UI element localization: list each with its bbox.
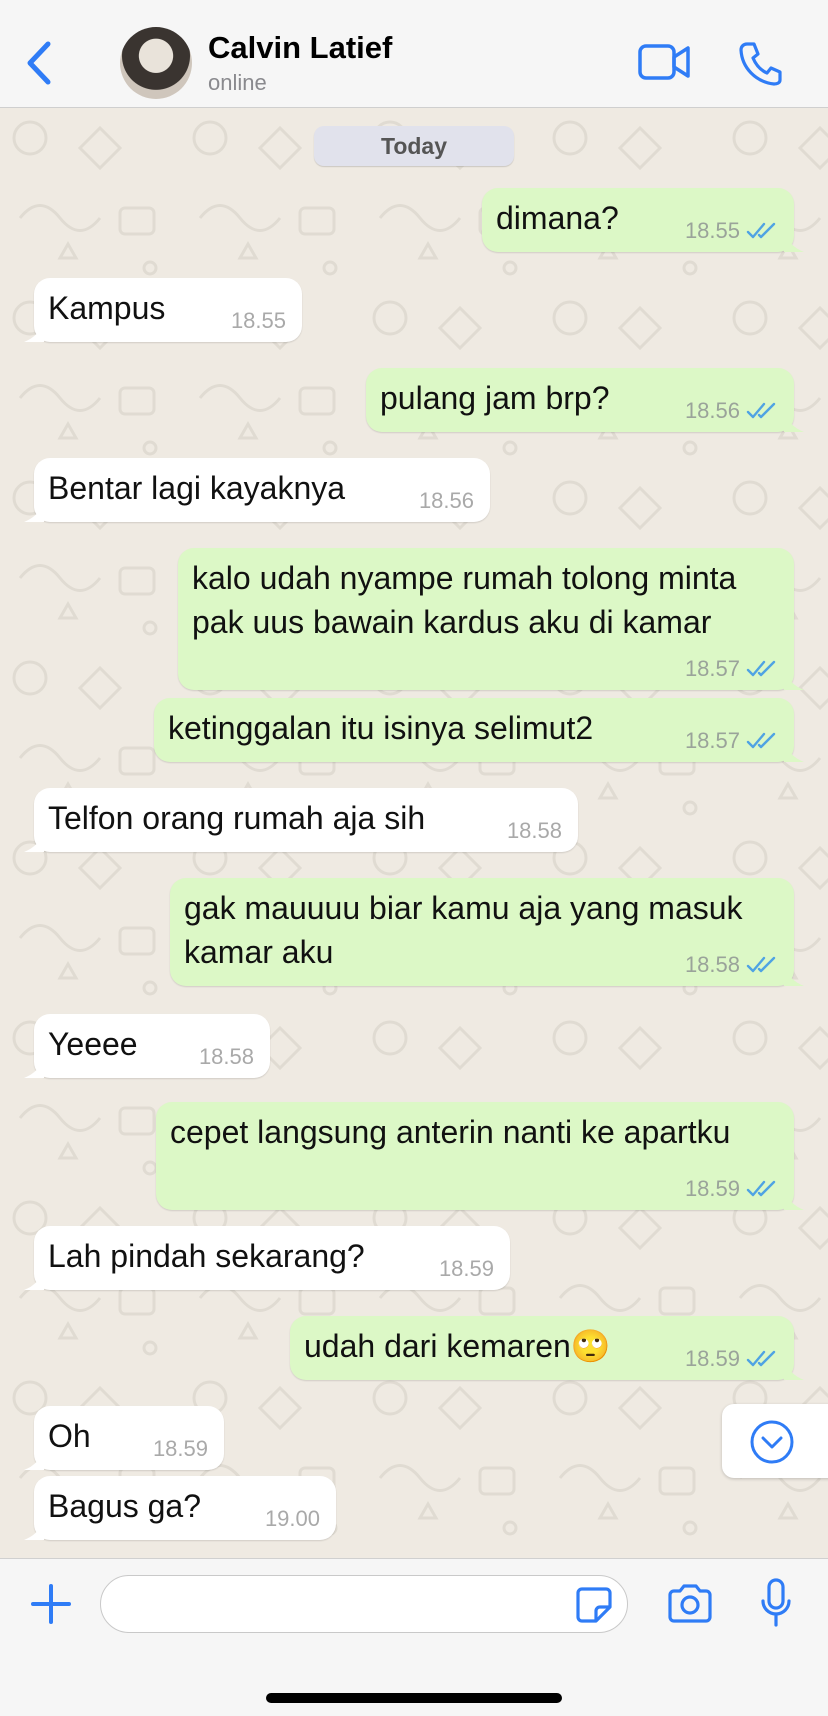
message-meta: 18.55 <box>685 218 778 244</box>
bubble-tail <box>784 742 804 762</box>
read-ticks-icon <box>746 732 776 749</box>
message-text: Yeeee <box>48 1026 138 1062</box>
camera-icon[interactable] <box>666 1583 714 1625</box>
message-time: 19.00 <box>264 1506 320 1531</box>
message-meta: 18.58 <box>685 952 778 978</box>
bubble-tail <box>24 832 44 852</box>
read-ticks-icon <box>746 660 776 677</box>
bubble-tail <box>24 1270 44 1290</box>
message-time: 18.56 <box>418 488 474 513</box>
message-text: Oh <box>48 1418 91 1454</box>
scroll-down-icon[interactable] <box>749 1419 795 1465</box>
message-meta: 18.59 <box>153 1436 208 1462</box>
message-meta: 18.59 <box>685 1346 778 1372</box>
outgoing-message-bubble[interactable]: gak mauuuu biar kamu aja yang masuk kama… <box>170 878 804 986</box>
bubble-tail <box>24 1520 44 1540</box>
message-text: pulang jam brp? <box>380 380 610 416</box>
message-time: 18.59 <box>684 1346 740 1371</box>
bubble-tail <box>24 1058 44 1078</box>
message-time: 18.57 <box>684 656 740 681</box>
message-meta: 18.59 <box>439 1256 494 1282</box>
bubble-tail <box>24 1450 44 1470</box>
bubble-tail <box>784 670 804 690</box>
message-meta: 18.59 <box>685 1176 778 1202</box>
bubble-tail <box>784 412 804 432</box>
read-ticks-icon <box>746 1180 776 1197</box>
message-time: 18.55 <box>684 218 740 243</box>
message-text: udah dari kemaren🙄 <box>304 1328 611 1364</box>
message-input[interactable] <box>100 1575 628 1633</box>
chat-area[interactable]: Today dimana? 18.55 Kampus 18.55 pulang jam … <box>0 108 828 1558</box>
message-time: 18.58 <box>506 818 562 843</box>
bubble-tail <box>784 1360 804 1380</box>
message-meta: 18.55 <box>231 308 286 334</box>
input-bar <box>0 1558 828 1716</box>
message-time: 18.58 <box>684 952 740 977</box>
incoming-message-bubble[interactable]: Lah pindah sekarang? 18.59 <box>24 1226 510 1290</box>
message-text: Bentar lagi kayaknya <box>48 470 346 506</box>
message-text: ketinggalan itu isinya selimut2 <box>168 710 594 746</box>
message-time: 18.59 <box>684 1176 740 1201</box>
message-meta: 18.58 <box>507 818 562 844</box>
bubble-tail <box>24 322 44 342</box>
message-meta: 18.56 <box>419 488 474 514</box>
incoming-message-bubble[interactable]: Telfon orang rumah aja sih 18.58 <box>24 788 578 852</box>
bubble-tail <box>24 502 44 522</box>
chat-header: Calvin Latief online <box>0 0 828 108</box>
video-call-icon[interactable] <box>638 42 690 82</box>
contact-name[interactable]: Calvin Latief <box>208 30 392 66</box>
message-text: dimana? <box>496 200 619 236</box>
bubble-tail <box>784 232 804 252</box>
message-text: kalo udah nyampe rumah tolong minta pak … <box>192 560 746 640</box>
microphone-icon[interactable] <box>760 1577 792 1629</box>
read-ticks-icon <box>746 956 776 973</box>
message-meta: 19.00 <box>265 1506 320 1532</box>
incoming-message-bubble[interactable]: Kampus 18.55 <box>24 278 302 342</box>
outgoing-message-bubble[interactable]: pulang jam brp? 18.56 <box>366 368 804 432</box>
message-time: 18.57 <box>684 728 740 753</box>
message-meta: 18.57 <box>685 656 778 682</box>
bubble-tail <box>784 966 804 986</box>
message-text: Bagus ga? <box>48 1488 202 1524</box>
home-indicator <box>266 1693 562 1703</box>
incoming-message-bubble[interactable]: Oh 18.59 <box>24 1406 224 1470</box>
bubble-tail <box>784 1190 804 1210</box>
sticker-icon[interactable] <box>574 1585 614 1625</box>
read-ticks-icon <box>746 222 776 239</box>
incoming-message-bubble[interactable]: Yeeee 18.58 <box>24 1014 270 1078</box>
message-meta: 18.56 <box>685 398 778 424</box>
message-text: Kampus <box>48 290 166 326</box>
outgoing-message-bubble[interactable]: kalo udah nyampe rumah tolong minta pak … <box>178 548 804 690</box>
message-time: 18.58 <box>198 1044 254 1069</box>
read-ticks-icon <box>746 402 776 419</box>
message-meta: 18.57 <box>685 728 778 754</box>
message-time: 18.59 <box>152 1436 208 1461</box>
scroll-down-button[interactable] <box>722 1404 828 1478</box>
phone-icon[interactable] <box>738 40 782 86</box>
message-time: 18.59 <box>438 1256 494 1281</box>
incoming-message-bubble[interactable]: Bagus ga? 19.00 <box>24 1476 336 1540</box>
message-time: 18.56 <box>684 398 740 423</box>
message-time: 18.55 <box>230 308 286 333</box>
outgoing-message-bubble[interactable]: ketinggalan itu isinya selimut2 18.57 <box>154 698 804 762</box>
read-ticks-icon <box>746 1350 776 1367</box>
outgoing-message-bubble[interactable]: dimana? 18.55 <box>482 188 804 252</box>
message-text: Lah pindah sekarang? <box>48 1238 365 1274</box>
contact-status: online <box>208 70 267 95</box>
plus-icon[interactable] <box>30 1583 72 1625</box>
message-text: Telfon orang rumah aja sih <box>48 800 426 836</box>
incoming-message-bubble[interactable]: Bentar lagi kayaknya 18.56 <box>24 458 490 522</box>
avatar[interactable] <box>120 27 192 99</box>
message-meta: 18.58 <box>199 1044 254 1070</box>
date-chip: Today <box>314 126 514 166</box>
outgoing-message-bubble[interactable]: cepet langsung anterin nanti ke apartku 1… <box>156 1102 804 1210</box>
outgoing-message-bubble[interactable]: udah dari kemaren🙄 18.59 <box>290 1316 804 1380</box>
back-chevron-icon[interactable] <box>22 38 58 88</box>
message-text: cepet langsung anterin nanti ke apartku <box>170 1114 731 1150</box>
